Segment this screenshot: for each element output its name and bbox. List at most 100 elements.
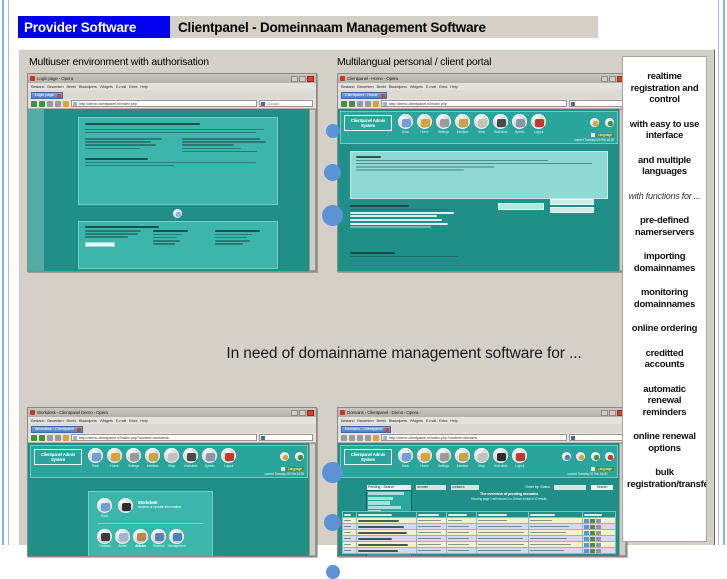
search-filters-button[interactable] — [550, 199, 594, 205]
flag-icon-2[interactable] — [576, 452, 586, 461]
forgot-email-input[interactable] — [85, 241, 115, 247]
home-icon[interactable] — [373, 434, 379, 441]
window-menubar[interactable]: Bestand Bewerken Beeld Bladwijzers Widge… — [28, 83, 316, 90]
minimize-icon[interactable] — [291, 409, 298, 416]
toolbar-button-home[interactable]: Home — [416, 114, 433, 134]
toolbar-button-settings[interactable]: Settings — [125, 448, 142, 468]
menu-item[interactable]: Help — [140, 84, 148, 89]
flag-icon-3[interactable] — [590, 452, 600, 461]
menu-item[interactable]: E-mail — [426, 84, 436, 89]
lang-checkbox[interactable] — [590, 467, 595, 471]
window-clientpanel-home[interactable]: Clientpanel - Home - Opera Bestand Bewer… — [337, 73, 627, 272]
menu-item[interactable]: Widgets — [410, 84, 423, 89]
menu-item[interactable]: Widgets — [410, 418, 423, 423]
stop-icon[interactable] — [55, 100, 61, 107]
search-input[interactable] — [569, 100, 623, 107]
minimize-icon[interactable] — [601, 409, 608, 416]
lang-badge[interactable]: Language — [285, 467, 304, 471]
close-icon[interactable] — [307, 409, 314, 416]
toolbar-button-back[interactable]: Back — [397, 114, 414, 134]
minimize-icon[interactable] — [291, 75, 298, 82]
menu-item[interactable]: Widgets — [100, 84, 113, 89]
workdesk-item-articles[interactable]: Articles — [132, 528, 149, 548]
order-select[interactable] — [553, 483, 587, 491]
home-icon[interactable] — [63, 100, 69, 107]
flag-icon-2[interactable] — [605, 118, 614, 127]
menu-item[interactable]: Help — [450, 84, 458, 89]
menu-item[interactable]: Extra — [439, 418, 448, 423]
search-filters-input[interactable] — [498, 203, 544, 210]
page-scrollbar[interactable] — [309, 109, 316, 271]
maximize-icon[interactable] — [609, 409, 616, 416]
window-controls[interactable] — [291, 409, 314, 416]
toolbar-button-home[interactable]: Home — [106, 448, 123, 468]
menu-item[interactable]: Bestand — [31, 84, 44, 89]
toolbar-button-workdesk[interactable]: Workdesk — [492, 448, 509, 468]
browser-tab[interactable]: Domains - Clientpanel — [341, 425, 392, 433]
window-titlebar[interactable]: Clientpanel - Home - Opera — [338, 74, 626, 83]
browser-tab[interactable]: Login page — [31, 91, 63, 99]
app-toolbar[interactable]: Back Home Settings Interface Shop Workde… — [397, 114, 547, 134]
reload-icon[interactable] — [357, 434, 363, 441]
window-tabstrip[interactable]: Workdesk - Clientpanel — [28, 424, 316, 433]
forward-icon[interactable] — [349, 434, 355, 441]
toolbar-button-logout[interactable]: Logout — [511, 448, 528, 468]
app-toolbar[interactable]: Back Home Settings Interface Shop Workde… — [397, 448, 528, 468]
window-titlebar[interactable]: Workdesk - Clientpanel Demo - Opera — [28, 408, 316, 417]
lang-badge[interactable]: Language — [595, 467, 614, 471]
url-input[interactable]: http://demo.clientpanel.nl/index.php — [71, 100, 257, 107]
menu-item[interactable]: Bewerken — [47, 84, 63, 89]
menu-item[interactable]: Bewerken — [357, 84, 373, 89]
menu-item[interactable]: Bladwijzers — [389, 418, 407, 423]
search-environments-button[interactable] — [550, 207, 594, 213]
window-workdesk[interactable]: Workdesk - Clientpanel Demo - Opera Best… — [27, 407, 317, 557]
toolbar-button-logout[interactable]: Logout — [220, 448, 237, 468]
flag-icon-2[interactable] — [295, 452, 304, 461]
window-domains[interactable]: Domains - Clientpanel - Demo - Opera Bes… — [337, 407, 627, 557]
window-menubar[interactable]: Bestand Bewerken Beeld Bladwijzers Widge… — [338, 83, 626, 90]
menu-item[interactable]: Bladwijzers — [79, 418, 97, 423]
menu-item[interactable]: Help — [450, 418, 458, 423]
menu-item[interactable]: Extra — [129, 418, 138, 423]
toolbar-button-shop[interactable]: Shop — [473, 448, 490, 468]
reload-icon[interactable] — [47, 100, 53, 107]
menu-item[interactable]: Beeld — [376, 418, 385, 423]
window-tabstrip[interactable]: Clientpanel - Home — [338, 90, 626, 99]
window-addressbar[interactable]: http://demo.clientpanel.nl/index.php Goo… — [28, 99, 316, 109]
forward-icon[interactable] — [39, 100, 45, 107]
toolbar-button-interface[interactable]: Interface — [454, 114, 471, 134]
window-titlebar[interactable]: Login page - Opera — [28, 74, 316, 83]
toolbar-button-shop[interactable]: Shop — [163, 448, 180, 468]
menu-item[interactable]: Help — [140, 418, 148, 423]
toolbar-button-settings[interactable]: Settings — [435, 448, 452, 468]
forward-icon[interactable] — [39, 434, 45, 441]
search-button[interactable]: Search — [590, 483, 614, 491]
search-input[interactable]: Google — [259, 100, 313, 107]
lang-checkbox[interactable] — [590, 133, 595, 137]
window-controls[interactable] — [601, 409, 624, 416]
menu-item[interactable]: E-mail — [116, 84, 126, 89]
toolbar-button-interface[interactable]: Interface — [454, 448, 471, 468]
window-controls[interactable] — [601, 75, 624, 82]
flag-icon-1[interactable] — [589, 118, 599, 127]
search-input[interactable] — [259, 434, 313, 441]
stop-icon[interactable] — [365, 100, 371, 107]
back-icon[interactable] — [31, 434, 37, 441]
maximize-icon[interactable] — [609, 75, 616, 82]
lang-checkbox[interactable] — [280, 467, 285, 471]
stop-icon[interactable] — [365, 434, 371, 441]
browser-tab[interactable]: Workdesk - Clientpanel — [31, 425, 84, 433]
close-icon[interactable] — [307, 75, 314, 82]
flag-icon-1[interactable] — [279, 452, 289, 461]
menu-item[interactable]: Extra — [439, 84, 448, 89]
back-icon[interactable] — [341, 434, 347, 441]
workdesk-back-button[interactable]: Back — [96, 498, 113, 518]
workdesk-icon-row[interactable]: Contacts Admin Articles Financial Manage… — [96, 528, 205, 548]
scope-select-contains[interactable]: contains — [450, 483, 480, 491]
workdesk-item-contacts[interactable]: Contacts — [96, 528, 113, 548]
app-toolbar[interactable]: Back Home Settings Interface Shop Workde… — [87, 448, 237, 468]
toolbar-button-sysinfo[interactable]: Sysinfo — [511, 114, 528, 134]
menu-item[interactable]: Beeld — [66, 84, 75, 89]
home-icon[interactable] — [373, 100, 379, 107]
workdesk-icon-button[interactable] — [117, 498, 134, 513]
